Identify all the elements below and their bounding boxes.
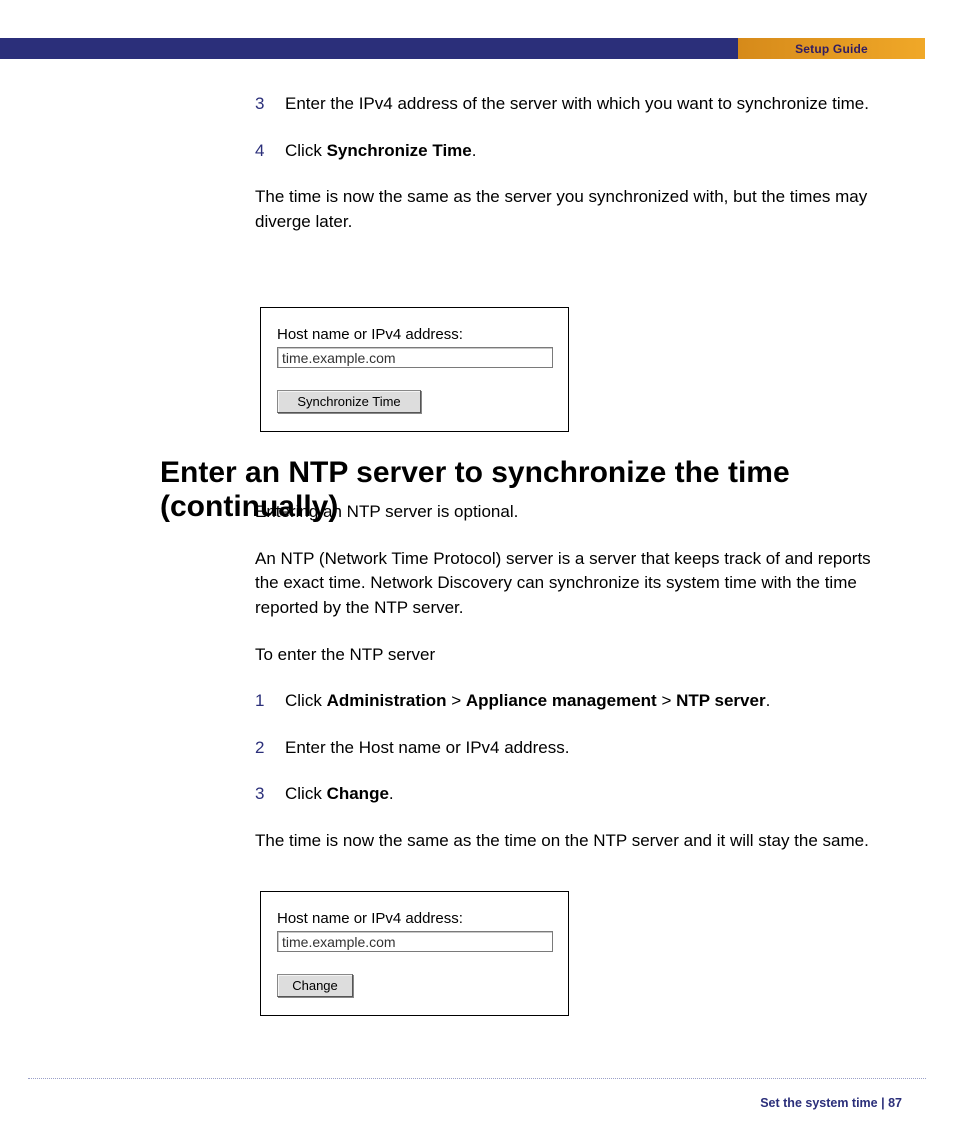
change-button[interactable]: Change [277,974,353,997]
synchronize-time-button[interactable]: Synchronize Time [277,390,421,413]
footer-text: Set the system time | 87 [760,1096,902,1110]
host-input[interactable] [277,347,553,368]
host-input[interactable] [277,931,553,952]
step-suffix: . [472,141,477,160]
sync-time-screenshot: Host name or IPv4 address: Synchronize T… [260,307,569,432]
header-bar: Setup Guide [0,38,925,59]
step-text: Enter the IPv4 address of the server wit… [285,92,887,117]
header-title: Setup Guide [795,42,868,56]
section-1: 3 Enter the IPv4 address of the server w… [255,92,887,257]
step-text: Click Synchronize Time. [285,139,887,164]
step-bold: Synchronize Time [327,141,472,160]
header-accent-right: Setup Guide [738,38,925,59]
paragraph: An NTP (Network Time Protocol) server is… [255,547,887,621]
paragraph: The time is now the same as the time on … [255,829,887,854]
step-item: 4 Click Synchronize Time. [255,139,887,164]
step-text: Enter the Host name or IPv4 address. [285,736,887,761]
step-number: 2 [255,736,285,761]
footer-rule [28,1078,926,1079]
paragraph: To enter the NTP server [255,643,887,668]
section-2: Entering an NTP server is optional. An N… [255,500,887,876]
field-label: Host name or IPv4 address: [277,326,552,343]
ntp-change-screenshot: Host name or IPv4 address: Change [260,891,569,1016]
footer-gradient [0,1080,954,1145]
step-number: 3 [255,782,285,807]
step-item: 3 Enter the IPv4 address of the server w… [255,92,887,117]
step-bold: Change [327,784,389,803]
step-number: 1 [255,689,285,714]
nav-item: NTP server [676,691,765,710]
step-text: Click Change. [285,782,887,807]
footer-page: 87 [888,1096,902,1110]
step-number: 3 [255,92,285,117]
paragraph: Entering an NTP server is optional. [255,500,887,525]
step-item: 3 Click Change. [255,782,887,807]
footer-section: Set the system time [760,1096,877,1110]
field-label: Host name or IPv4 address: [277,910,552,927]
nav-item: Administration [327,691,447,710]
step-prefix: Click [285,691,327,710]
step-text: Click Administration > Appliance managem… [285,689,887,714]
step-item: 2 Enter the Host name or IPv4 address. [255,736,887,761]
step-suffix: . [389,784,394,803]
step-suffix: . [766,691,771,710]
step-prefix: Click [285,784,327,803]
nav-item: Appliance management [466,691,657,710]
footer-sep: | [878,1096,888,1110]
paragraph: The time is now the same as the server y… [255,185,887,234]
nav-sep: > [447,691,466,710]
step-item: 1 Click Administration > Appliance manag… [255,689,887,714]
step-prefix: Click [285,141,327,160]
header-accent-left [0,38,738,59]
nav-sep: > [657,691,676,710]
step-number: 4 [255,139,285,164]
